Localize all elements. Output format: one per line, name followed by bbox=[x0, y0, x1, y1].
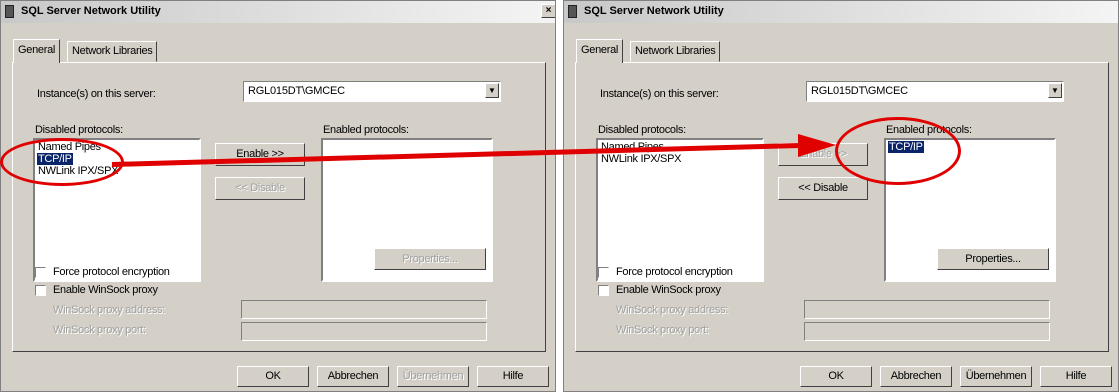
tab-panel-general: Instance(s) on this server: RGL015DT\GMC… bbox=[12, 62, 546, 352]
winsock-address-label: WinSock proxy address: bbox=[616, 304, 728, 316]
tab-general[interactable]: General bbox=[576, 39, 624, 63]
tab-panel-general: Instance(s) on this server: RGL015DT\GMC… bbox=[575, 62, 1109, 352]
tab-general[interactable]: General bbox=[13, 39, 61, 63]
instance-label: Instance(s) on this server: bbox=[37, 88, 156, 100]
winsock-proxy-label: Enable WinSock proxy bbox=[53, 284, 158, 296]
force-encryption-checkbox[interactable] bbox=[598, 267, 609, 278]
chevron-down-icon[interactable]: ▼ bbox=[1048, 83, 1062, 98]
disable-button[interactable]: << Disable bbox=[215, 177, 305, 200]
title-bar: SQL Server Network Utility × bbox=[1, 1, 555, 23]
winsock-address-label: WinSock proxy address: bbox=[53, 304, 165, 316]
winsock-address-field[interactable] bbox=[804, 300, 1050, 319]
ok-button[interactable]: OK bbox=[237, 366, 309, 387]
app-icon bbox=[5, 5, 14, 18]
force-encryption-label: Force protocol encryption bbox=[53, 266, 170, 278]
winsock-port-field[interactable] bbox=[804, 322, 1050, 341]
dialog-after: SQL Server Network Utility General Netwo… bbox=[563, 0, 1119, 392]
apply-button[interactable]: Übernehmen bbox=[960, 366, 1032, 387]
close-button[interactable]: × bbox=[541, 4, 555, 18]
chevron-down-icon[interactable]: ▼ bbox=[485, 83, 499, 98]
disabled-protocols-list[interactable]: Named Pipes NWLink IPX/SPX bbox=[596, 138, 764, 282]
winsock-port-label: WinSock proxy port: bbox=[616, 324, 709, 336]
title-bar: SQL Server Network Utility bbox=[564, 1, 1118, 23]
help-button[interactable]: Hilfe bbox=[477, 366, 549, 387]
disable-button-label: << Disable bbox=[235, 182, 285, 194]
disabled-protocols-label: Disabled protocols: bbox=[35, 124, 123, 136]
help-button[interactable]: Hilfe bbox=[1040, 366, 1112, 387]
apply-button[interactable]: Übernehmen bbox=[397, 366, 469, 387]
list-item[interactable]: Named Pipes bbox=[600, 141, 665, 153]
instance-label: Instance(s) on this server: bbox=[600, 88, 719, 100]
winsock-proxy-label: Enable WinSock proxy bbox=[616, 284, 721, 296]
disabled-protocols-label: Disabled protocols: bbox=[598, 124, 686, 136]
properties-button[interactable]: Properties... bbox=[937, 248, 1049, 270]
ok-button[interactable]: OK bbox=[800, 366, 872, 387]
winsock-port-label: WinSock proxy port: bbox=[53, 324, 146, 336]
apply-button-label: Übernehmen bbox=[402, 370, 464, 382]
tab-network-libraries[interactable]: Network Libraries bbox=[67, 41, 158, 62]
tab-network-libraries[interactable]: Network Libraries bbox=[630, 41, 721, 62]
force-encryption-checkbox[interactable] bbox=[35, 267, 46, 278]
window-title: SQL Server Network Utility bbox=[21, 5, 161, 17]
disable-button[interactable]: << Disable bbox=[778, 177, 868, 200]
winsock-port-field[interactable] bbox=[241, 322, 487, 341]
instance-combo[interactable]: RGL015DT\GMCEC ▼ bbox=[243, 81, 501, 102]
force-encryption-label: Force protocol encryption bbox=[616, 266, 733, 278]
list-item[interactable]: NWLink IPX/SPX bbox=[600, 153, 682, 165]
callout-circle-source bbox=[0, 138, 124, 186]
instance-value: RGL015DT\GMCEC bbox=[811, 85, 908, 97]
properties-button-label: Properties... bbox=[402, 253, 458, 265]
app-icon bbox=[568, 5, 577, 18]
window-title: SQL Server Network Utility bbox=[584, 5, 724, 17]
properties-button[interactable]: Properties... bbox=[374, 248, 486, 270]
enabled-protocols-label: Enabled protocols: bbox=[323, 124, 409, 136]
dialog-before: SQL Server Network Utility × General Net… bbox=[0, 0, 556, 392]
winsock-proxy-checkbox[interactable] bbox=[598, 285, 609, 296]
callout-circle-target bbox=[835, 117, 961, 185]
cancel-button[interactable]: Abbrechen bbox=[317, 366, 389, 387]
instance-combo[interactable]: RGL015DT\GMCEC ▼ bbox=[806, 81, 1064, 102]
enable-button[interactable]: Enable >> bbox=[215, 143, 305, 166]
winsock-proxy-checkbox[interactable] bbox=[35, 285, 46, 296]
winsock-address-field[interactable] bbox=[241, 300, 487, 319]
instance-value: RGL015DT\GMCEC bbox=[248, 85, 345, 97]
cancel-button[interactable]: Abbrechen bbox=[880, 366, 952, 387]
